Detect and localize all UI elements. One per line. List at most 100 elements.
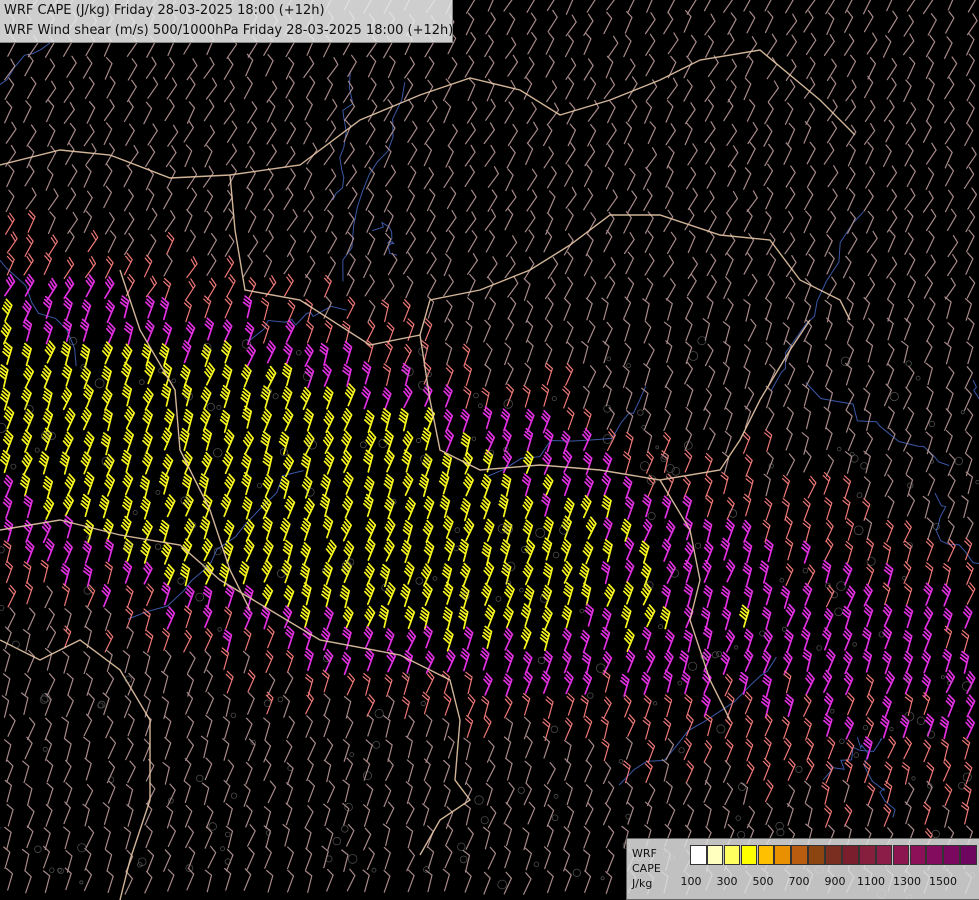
wind-barb bbox=[322, 386, 334, 410]
wind-barb bbox=[123, 99, 134, 123]
contour-ring bbox=[155, 489, 161, 495]
wind-barb bbox=[947, 520, 955, 543]
wind-barb bbox=[443, 693, 452, 716]
wind-barb bbox=[863, 583, 873, 607]
wind-barb bbox=[966, 146, 977, 169]
wind-barb bbox=[905, 365, 915, 389]
wind-barb bbox=[702, 519, 713, 543]
wind-barb bbox=[405, 231, 416, 254]
wind-barb bbox=[459, 562, 471, 586]
wind-barb bbox=[563, 826, 571, 850]
wind-barb bbox=[742, 562, 753, 586]
wind-barb bbox=[885, 119, 895, 143]
wind-barb bbox=[503, 801, 512, 825]
wind-barb bbox=[340, 518, 352, 542]
wind-barb bbox=[304, 364, 315, 389]
wind-barb bbox=[342, 606, 354, 630]
wind-barb bbox=[505, 317, 515, 341]
wind-barb bbox=[923, 582, 934, 606]
wind-barb bbox=[964, 408, 974, 431]
wind-barb bbox=[944, 296, 952, 319]
wind-barb bbox=[320, 627, 331, 651]
wind-barb bbox=[103, 164, 113, 187]
wind-barb bbox=[845, 79, 857, 102]
wind-barb bbox=[407, 869, 415, 893]
wind-barb bbox=[965, 209, 976, 233]
wind-barb bbox=[463, 626, 474, 650]
wind-barb bbox=[683, 737, 692, 761]
wind-barb bbox=[179, 563, 191, 587]
wind-barb bbox=[0, 449, 11, 474]
legend-swatch bbox=[774, 845, 792, 865]
wind-barb bbox=[286, 715, 295, 739]
wind-barb bbox=[542, 736, 550, 759]
wind-barb bbox=[665, 100, 674, 123]
wind-barb bbox=[7, 584, 17, 608]
wind-barb bbox=[263, 717, 271, 741]
wind-barb bbox=[663, 255, 675, 278]
wind-barb bbox=[285, 319, 295, 343]
wind-barb bbox=[620, 518, 632, 542]
wind-barb bbox=[23, 519, 33, 543]
wind-barb bbox=[886, 0, 893, 12]
wind-barb bbox=[505, 189, 517, 212]
wind-barb bbox=[443, 274, 454, 297]
wind-barb bbox=[886, 210, 898, 233]
wind-barb bbox=[61, 583, 70, 606]
contour-ring bbox=[49, 867, 55, 873]
wind-barb bbox=[765, 802, 773, 826]
wind-barb bbox=[683, 583, 694, 607]
wind-barb bbox=[41, 520, 52, 544]
wind-barb bbox=[263, 806, 272, 829]
wind-barb bbox=[104, 473, 116, 497]
contour-ring bbox=[517, 786, 525, 794]
wind-barb bbox=[483, 560, 495, 585]
wind-barb bbox=[504, 101, 515, 124]
contour-ring bbox=[0, 605, 5, 611]
wind-barb bbox=[883, 144, 892, 167]
wind-barb bbox=[104, 256, 114, 279]
wind-barb bbox=[306, 758, 314, 782]
wind-barb bbox=[824, 343, 832, 367]
wind-barb bbox=[246, 847, 255, 870]
wind-barb bbox=[645, 53, 655, 77]
wind-barb bbox=[125, 585, 134, 609]
wind-barb bbox=[966, 276, 976, 299]
wind-barb bbox=[123, 695, 132, 718]
wind-barb bbox=[504, 207, 514, 231]
contour-ring bbox=[834, 607, 843, 617]
wind-barb bbox=[142, 430, 153, 455]
wind-barb bbox=[724, 430, 732, 454]
wind-barb bbox=[343, 696, 352, 719]
wind-barb bbox=[525, 320, 534, 343]
wind-barb bbox=[646, 343, 655, 366]
wind-barb bbox=[184, 209, 193, 232]
wind-barb bbox=[583, 386, 590, 409]
wind-barb bbox=[545, 696, 554, 719]
wind-barb bbox=[363, 409, 375, 434]
wind-barb bbox=[185, 691, 194, 715]
wind-barb bbox=[164, 98, 175, 122]
wind-barb bbox=[286, 782, 294, 805]
wind-barb bbox=[98, 495, 110, 519]
wind-barb bbox=[183, 120, 194, 143]
wind-barb bbox=[584, 759, 593, 783]
wind-barb bbox=[82, 564, 93, 588]
wind-barb bbox=[385, 801, 395, 825]
wind-barb bbox=[423, 495, 435, 520]
wind-barb bbox=[299, 605, 311, 629]
wind-barb bbox=[825, 584, 835, 608]
wind-barb bbox=[404, 99, 414, 122]
wind-barb bbox=[401, 449, 412, 473]
wind-barb bbox=[866, 32, 878, 55]
wind-barb bbox=[458, 606, 469, 630]
wind-barb bbox=[582, 671, 593, 695]
wind-barb bbox=[623, 232, 635, 255]
wind-barb bbox=[245, 145, 256, 169]
wind-barb bbox=[966, 229, 975, 253]
wind-barb bbox=[102, 408, 113, 432]
wind-barb bbox=[566, 407, 575, 430]
wind-barb bbox=[667, 0, 676, 14]
wind-barb bbox=[846, 320, 854, 344]
wind-barb bbox=[163, 849, 172, 872]
